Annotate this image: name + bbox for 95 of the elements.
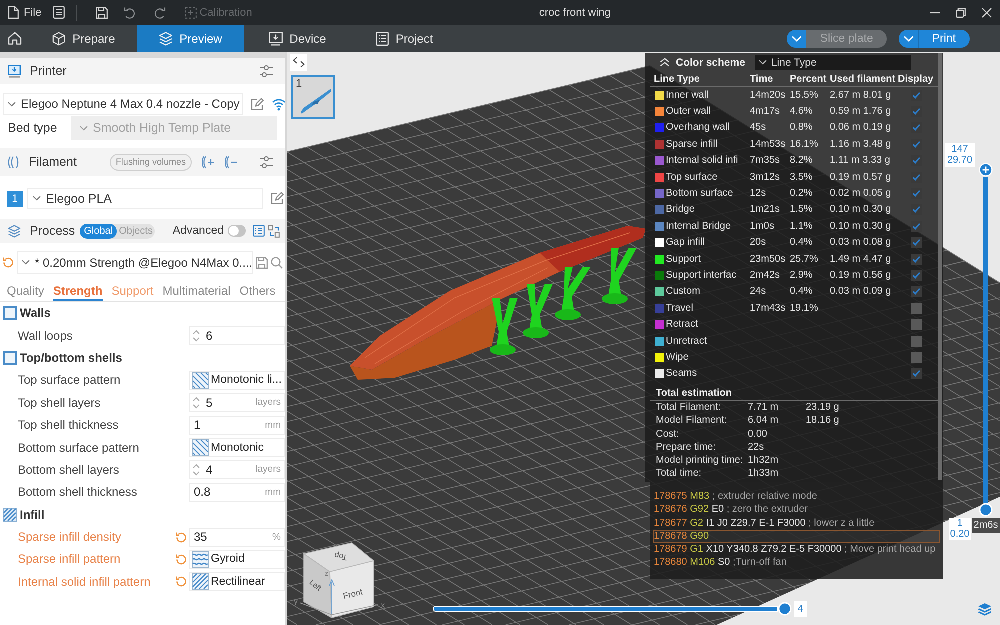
redo-icon bbox=[154, 6, 166, 18]
option-label: Bottom shell layers bbox=[17, 462, 120, 477]
double-chevron-up-icon[interactable] bbox=[660, 58, 670, 67]
spin-arrows-icon[interactable] bbox=[193, 464, 200, 476]
list-icon[interactable] bbox=[253, 225, 265, 237]
file-icon bbox=[8, 6, 19, 19]
square-outline-icon bbox=[3, 306, 17, 320]
pattern-dropdown[interactable]: Gyroid bbox=[189, 550, 285, 569]
group-title: Infill bbox=[20, 508, 45, 522]
sliders-icon[interactable] bbox=[260, 64, 273, 78]
chevron-down-icon bbox=[33, 196, 41, 201]
monitor-icon bbox=[8, 64, 21, 78]
coil-icon bbox=[8, 156, 20, 168]
option-label: Bottom shell thickness bbox=[17, 485, 138, 500]
undo-icon bbox=[124, 6, 136, 18]
stripes-pattern-icon bbox=[192, 372, 209, 389]
option-label: Sparse infill pattern bbox=[17, 552, 122, 566]
section-title: Process bbox=[30, 224, 76, 238]
search-icon[interactable] bbox=[271, 256, 283, 268]
minimize-icon bbox=[930, 12, 940, 14]
print-button[interactable]: Print bbox=[918, 30, 970, 48]
spin-arrows-icon[interactable] bbox=[193, 330, 200, 342]
field-label: Bed type bbox=[8, 121, 58, 135]
layers-icon bbox=[8, 224, 21, 238]
option-label: Wall loops bbox=[17, 328, 74, 343]
filament-number-badge: 1 bbox=[7, 190, 23, 206]
section-title: Printer bbox=[30, 64, 67, 78]
chevrons-icon bbox=[292, 57, 304, 68]
home-icon bbox=[8, 32, 22, 45]
input-field[interactable]: 35 % bbox=[189, 528, 285, 547]
option-label: Internal solid infill pattern bbox=[17, 574, 152, 589]
spin-arrows-icon[interactable] bbox=[193, 396, 200, 409]
monitor-icon bbox=[268, 32, 283, 46]
reset-icon[interactable] bbox=[176, 532, 186, 543]
pattern-dropdown[interactable]: Monotonic li... bbox=[189, 370, 285, 390]
swap-squares-icon[interactable] bbox=[268, 224, 280, 238]
tab[interactable]: Prepare bbox=[30, 25, 137, 52]
wave-pattern-icon bbox=[192, 550, 209, 568]
group-title: Top/bottom shells bbox=[20, 350, 122, 365]
sliders-icon[interactable] bbox=[260, 156, 273, 168]
menu-icon bbox=[52, 6, 65, 19]
pattern-dropdown[interactable]: Monotonic bbox=[189, 438, 285, 458]
spin-field[interactable]: 6 bbox=[189, 326, 285, 346]
save-icon bbox=[96, 6, 108, 18]
option-label: Top surface pattern bbox=[17, 373, 122, 388]
hatched-square-icon bbox=[3, 508, 17, 522]
wifi-icon[interactable] bbox=[272, 98, 285, 110]
list-icon bbox=[376, 32, 389, 46]
spin-field[interactable]: 4 layers bbox=[189, 460, 285, 480]
chevron-down-icon bbox=[904, 36, 914, 42]
tab[interactable]: Preview bbox=[137, 25, 244, 52]
process-preset-dropdown[interactable]: * 0.20mm Strength @Elegoo N4Max 0.... bbox=[17, 251, 253, 274]
input-field[interactable]: 1 mm bbox=[189, 416, 285, 435]
square-outline-icon bbox=[3, 350, 17, 365]
tab[interactable]: Device bbox=[244, 25, 351, 52]
chevron-down-icon bbox=[22, 260, 30, 265]
restore-icon bbox=[956, 8, 966, 18]
dropdown-arrow-button[interactable] bbox=[787, 30, 806, 48]
window-title: croc front wing bbox=[538, 6, 612, 18]
remove-icon[interactable] bbox=[224, 156, 238, 168]
dashed-square-icon bbox=[184, 6, 197, 18]
chevron-down-icon bbox=[792, 36, 802, 42]
printer-dropdown[interactable]: Elegoo Neptune 4 Max 0.4 nozzle - Copy bbox=[3, 93, 243, 115]
hatch-pattern-icon bbox=[192, 573, 209, 590]
dropdown-arrow-button[interactable] bbox=[899, 30, 918, 48]
tab[interactable]: Project bbox=[351, 25, 458, 52]
reset-icon[interactable] bbox=[176, 554, 186, 565]
group-title: Walls bbox=[20, 306, 51, 320]
segmented-option[interactable]: Global bbox=[80, 224, 118, 238]
option-label: Top shell thickness bbox=[17, 418, 120, 432]
option-label: Bottom surface pattern bbox=[17, 440, 140, 455]
add-icon[interactable] bbox=[202, 156, 215, 168]
legend-title: Color scheme bbox=[676, 56, 746, 68]
reset-icon[interactable] bbox=[176, 576, 186, 588]
close-icon bbox=[982, 8, 992, 18]
option-label: Sparse infill density bbox=[17, 530, 122, 544]
cube-icon bbox=[52, 32, 66, 46]
advanced-label: Advanced bbox=[172, 225, 224, 237]
file-menu[interactable]: File bbox=[8, 2, 42, 22]
option-label: Top shell layers bbox=[17, 396, 102, 410]
layers-icon bbox=[158, 32, 173, 46]
chevron-down-icon bbox=[80, 126, 88, 130]
stripes-pattern-icon bbox=[192, 439, 209, 456]
chevron-down-icon bbox=[759, 60, 768, 65]
filament-dropdown[interactable]: Elegoo PLA bbox=[27, 188, 263, 209]
save-icon[interactable] bbox=[256, 256, 268, 268]
edit-icon[interactable] bbox=[251, 98, 264, 110]
chevron-down-icon bbox=[8, 102, 16, 106]
reset-icon[interactable] bbox=[3, 257, 14, 268]
pattern-dropdown[interactable]: Rectilinear bbox=[189, 572, 285, 592]
edit-icon[interactable] bbox=[271, 192, 284, 205]
input-field[interactable]: 0.8 mm bbox=[189, 482, 285, 502]
spin-field[interactable]: 5 layers bbox=[189, 393, 285, 412]
toggle-switch[interactable] bbox=[228, 225, 246, 237]
section-title: Filament bbox=[29, 155, 77, 169]
